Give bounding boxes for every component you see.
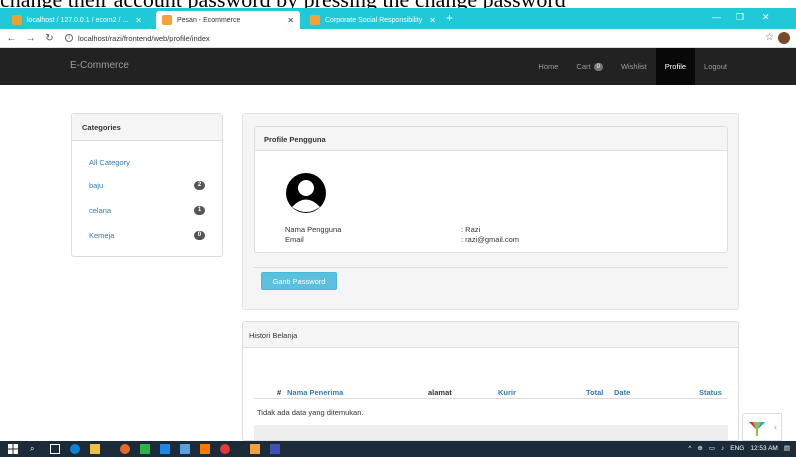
browser-profile-avatar[interactable] (778, 32, 790, 44)
tab-csr[interactable]: Corporate Social Responsibility ✕ (304, 11, 442, 29)
clock[interactable]: 12:53 AM (750, 445, 777, 452)
yii-logo-icon (749, 422, 765, 436)
category-count-badge: 0 (194, 231, 205, 240)
nav-cart[interactable]: Cart 0 (567, 48, 612, 85)
chevron-up-icon[interactable]: ^ (688, 445, 691, 452)
name-label: Nama Pengguna (285, 225, 342, 234)
nav-home[interactable]: Home (529, 48, 567, 85)
app-green-icon[interactable] (140, 444, 150, 454)
network-icon[interactable]: ⊕ (697, 444, 702, 452)
xampp-icon[interactable] (250, 444, 260, 454)
site-favicon-icon (162, 15, 172, 25)
url-text: localhost/razi/frontend/web/profile/inde… (78, 33, 210, 43)
tab-label: Pesan - Ecommerce (177, 16, 241, 24)
category-item-all[interactable]: All Category (89, 151, 205, 173)
close-icon[interactable]: ✕ (281, 16, 294, 25)
windows-taskbar: ⌕ ^ ⊕ ▭ ♪ ENG 12:53 AM ▤ (0, 441, 796, 457)
restore-icon[interactable]: ❐ (736, 12, 744, 23)
cart-count-badge: 0 (593, 62, 603, 71)
category-list: All Category baju 2 celana 1 Kemeja 0 (72, 141, 222, 258)
user-avatar-icon (286, 173, 326, 213)
windows-start-icon[interactable] (8, 444, 18, 454)
tab-label: Corporate Social Responsibility (325, 16, 423, 24)
site-favicon-icon (310, 15, 320, 25)
url-field[interactable]: i localhost/razi/frontend/web/profile/in… (65, 34, 210, 43)
edge-icon[interactable] (70, 444, 80, 454)
empty-message: Tidak ada data yang ditemukan. (257, 408, 364, 417)
category-label: celana (89, 206, 112, 215)
category-count-badge: 2 (194, 181, 205, 190)
column-total[interactable]: Total (586, 388, 603, 397)
close-icon[interactable]: ✕ (129, 16, 142, 25)
tab-label: localhost / 127.0.0.1 / ecom2 / ... (27, 16, 129, 24)
divider (254, 267, 728, 268)
task-view-icon[interactable] (50, 444, 60, 454)
table-header-divider (254, 398, 728, 399)
tab-phpmyadmin[interactable]: localhost / 127.0.0.1 / ecom2 / ... ✕ (6, 11, 148, 29)
reload-icon[interactable]: ↻ (42, 33, 57, 44)
yii-debug-toolbar[interactable]: ‹ (742, 413, 782, 441)
info-icon[interactable]: i (65, 34, 73, 42)
category-label: baju (89, 181, 104, 190)
close-window-icon[interactable]: ✕ (762, 12, 770, 23)
table-footer (254, 425, 728, 440)
column-alamat: alamat (428, 388, 452, 397)
firefox-icon[interactable] (120, 444, 130, 454)
column-date[interactable]: Date (614, 388, 630, 397)
search-icon[interactable]: ⌕ (30, 444, 40, 454)
tab-pesan-ecommerce[interactable]: Pesan - Ecommerce ✕ (156, 11, 300, 29)
notifications-icon[interactable]: ▤ (784, 444, 790, 452)
category-label: All Category (89, 157, 130, 167)
profile-title: Profile Pengguna (255, 127, 727, 151)
history-panel: Histori Belanja # Nama Penerima alamat K… (242, 321, 739, 441)
profile-well: Profile Pengguna Nama Pengguna Email : R… (242, 113, 739, 310)
category-count-badge: 1 (194, 206, 205, 215)
email-value: : razi@gmail.com (461, 235, 520, 244)
browser-tab-bar: localhost / 127.0.0.1 / ecom2 / ... ✕ Pe… (0, 8, 796, 29)
sublime-icon[interactable] (200, 444, 210, 454)
close-icon[interactable]: ✕ (423, 16, 436, 25)
change-password-button[interactable]: Ganti Password (261, 272, 337, 290)
battery-icon[interactable]: ▭ (709, 444, 715, 452)
language-indicator[interactable]: ENG (730, 445, 744, 452)
minimize-icon[interactable]: — (712, 12, 721, 22)
category-item-baju[interactable]: baju 2 (89, 173, 205, 198)
nav-wishlist[interactable]: Wishlist (612, 48, 656, 85)
store-icon[interactable] (160, 444, 170, 454)
chevron-left-icon[interactable]: ‹ (774, 422, 777, 432)
column-index: # (277, 388, 282, 397)
categories-title: Categories (72, 114, 222, 141)
phpmyadmin-icon (12, 15, 22, 25)
mail-icon[interactable] (180, 444, 190, 454)
system-tray: ^ ⊕ ▭ ♪ ENG 12:53 AM ▤ (688, 444, 790, 453)
categories-panel: Categories All Category baju 2 celana 1 … (71, 113, 223, 257)
brand-link[interactable]: E-Commerce (70, 60, 129, 71)
bookmark-star-icon[interactable]: ☆ (765, 32, 774, 43)
email-label: Email (285, 235, 304, 244)
nav-profile[interactable]: Profile (655, 48, 696, 85)
category-label: Kemeja (89, 231, 115, 240)
profile-panel: Profile Pengguna Nama Pengguna Email : R… (254, 126, 728, 253)
address-bar: ← → ↻ i localhost/razi/frontend/web/prof… (0, 29, 796, 48)
chrome-icon[interactable] (220, 444, 230, 454)
nav-links: Home Cart 0 Wishlist Profile Logout (529, 48, 736, 85)
forward-icon[interactable]: → (23, 33, 38, 44)
vscode-icon[interactable] (270, 444, 280, 454)
category-item-kemeja[interactable]: Kemeja 0 (89, 223, 205, 248)
new-tab-button[interactable]: + (446, 11, 453, 25)
volume-icon[interactable]: ♪ (721, 445, 724, 452)
file-explorer-icon[interactable] (90, 444, 100, 454)
history-title: Histori Belanja (243, 322, 738, 348)
category-item-celana[interactable]: celana 1 (89, 198, 205, 223)
back-icon[interactable]: ← (4, 33, 19, 44)
name-value: : Razi (461, 225, 481, 234)
nav-logout[interactable]: Logout (695, 48, 736, 85)
nav-cart-label: Cart (576, 62, 591, 71)
column-nama-penerima[interactable]: Nama Penerima (287, 388, 343, 397)
site-navbar: E-Commerce Home Cart 0 Wishlist Profile … (0, 48, 796, 85)
column-status[interactable]: Status (699, 388, 722, 397)
column-kurir[interactable]: Kurir (498, 388, 516, 397)
